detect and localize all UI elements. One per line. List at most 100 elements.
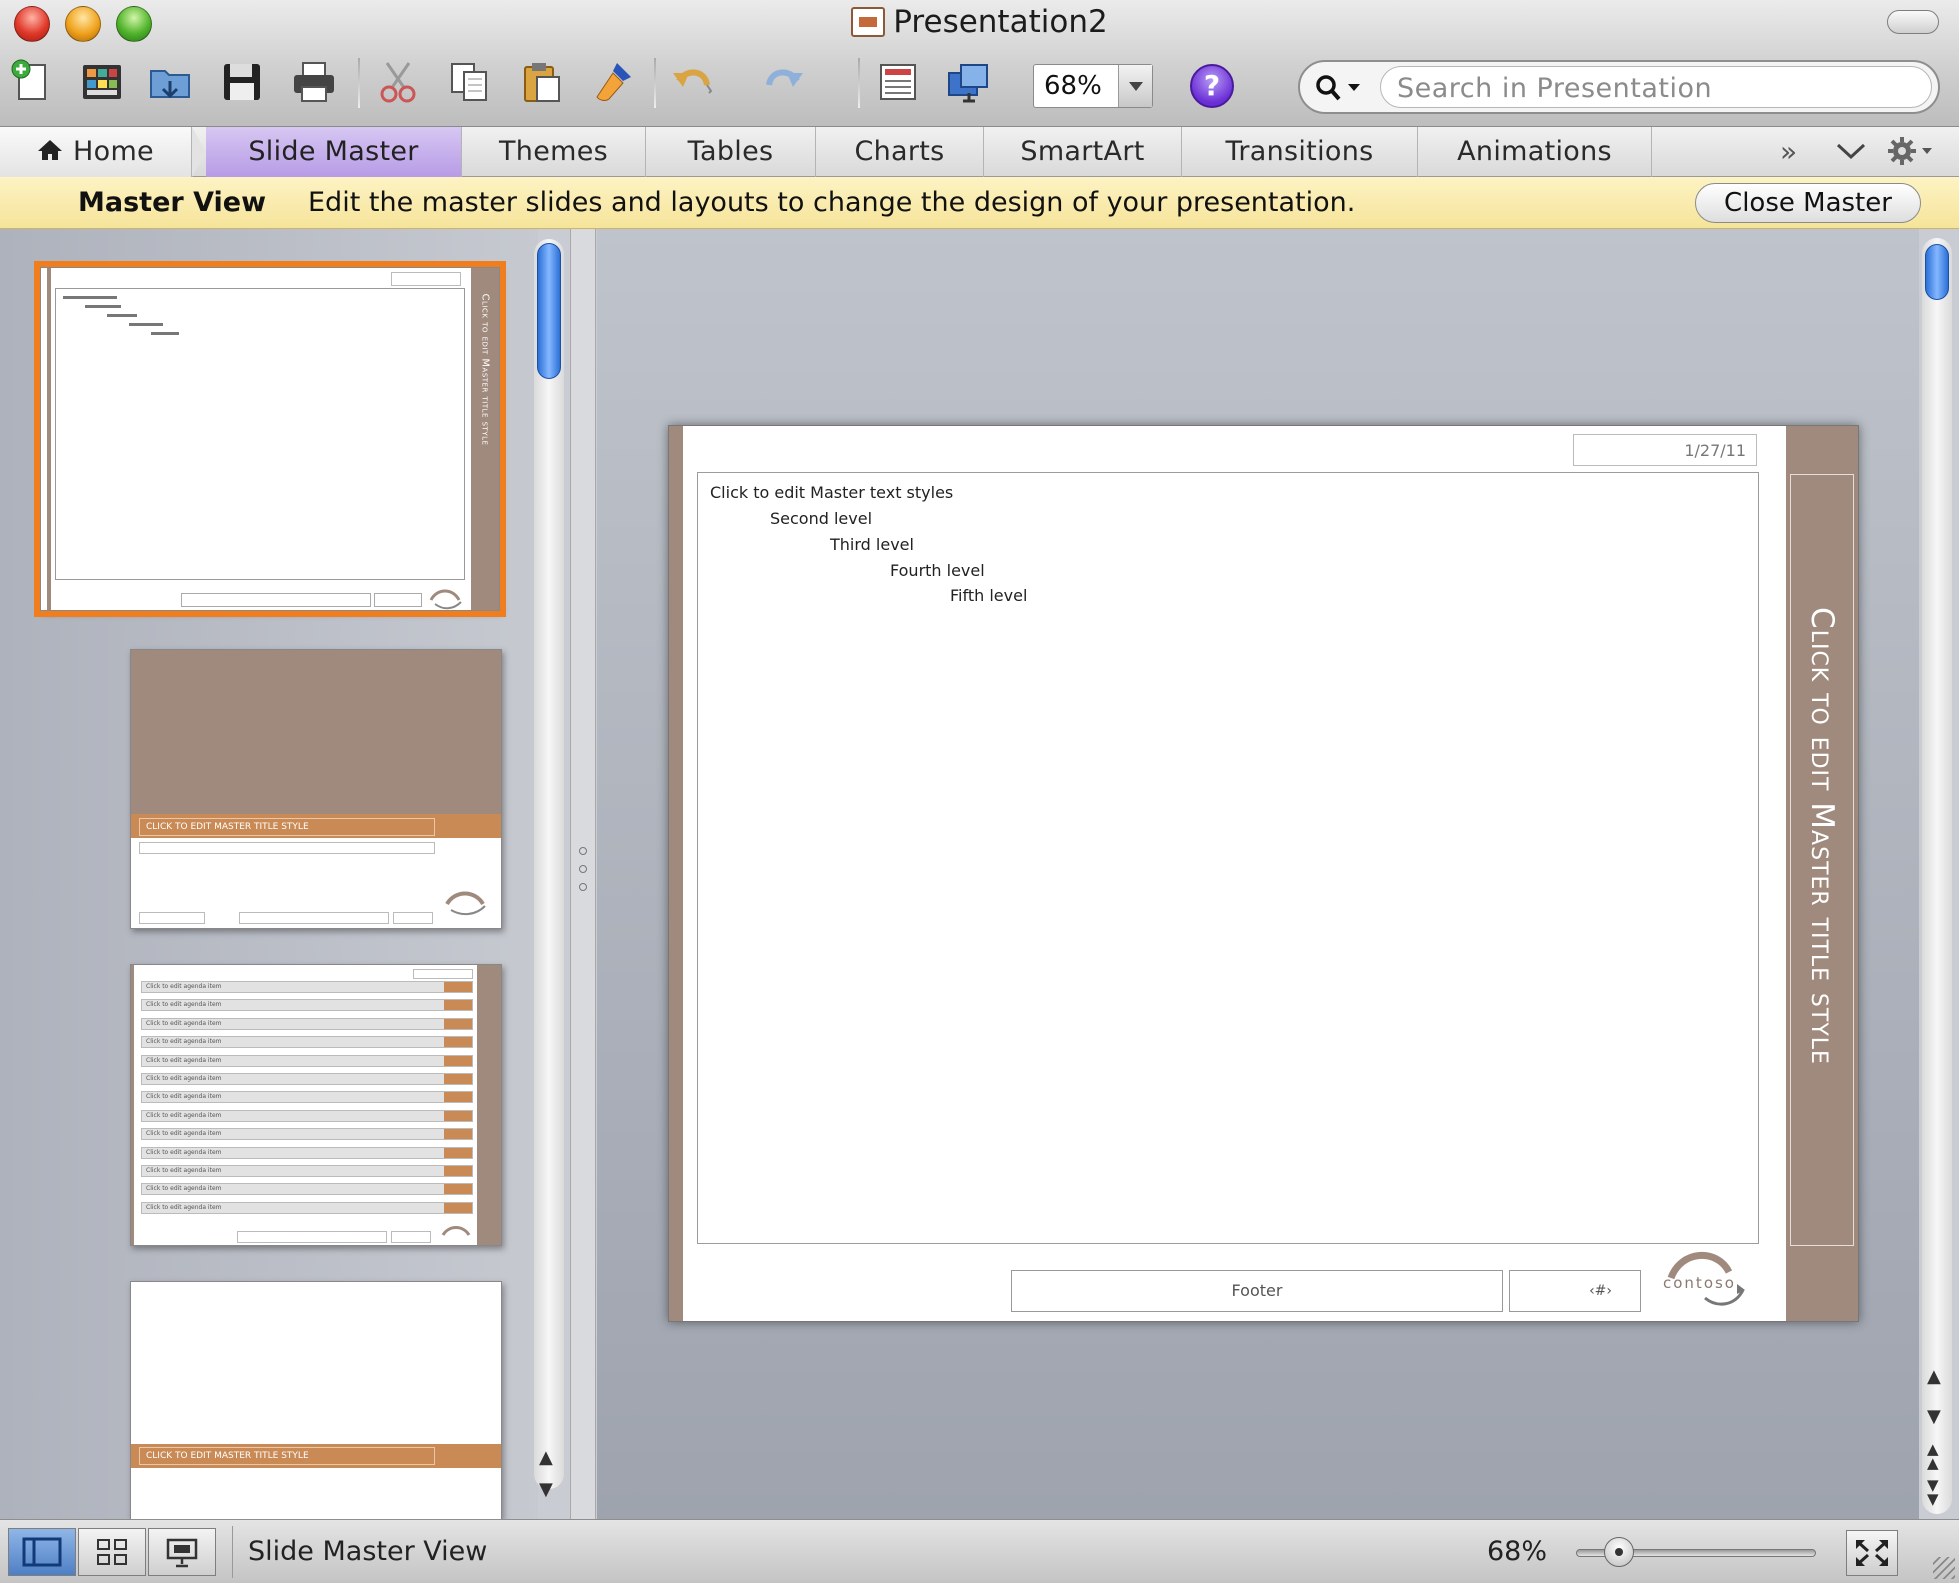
paste-icon[interactable] <box>518 58 566 106</box>
previous-slide-icon[interactable]: ▲ ▲ <box>1927 1442 1939 1471</box>
tab-animations[interactable]: Animations <box>1418 127 1652 177</box>
search-input[interactable]: Search in Presentation <box>1380 66 1932 108</box>
tab-charts[interactable]: Charts <box>816 127 984 177</box>
agenda-row: Click to edit agenda item <box>141 1054 473 1067</box>
tab-themes[interactable]: Themes <box>462 127 646 177</box>
agenda-row: Click to edit agenda item <box>141 1109 473 1122</box>
thumb-layout2-title: CLICK TO EDIT MASTER TITLE STYLE <box>139 818 435 836</box>
slide-scroll-thumb[interactable] <box>1925 244 1949 300</box>
gear-icon[interactable] <box>1884 135 1936 174</box>
agenda-row: Click to edit agenda item <box>141 1183 473 1196</box>
status-view-label: Slide Master View <box>248 1536 488 1567</box>
slide-show-button[interactable] <box>148 1528 216 1576</box>
media-icon[interactable] <box>944 58 992 106</box>
agenda-row-accent <box>444 1129 472 1140</box>
fit-window-icon <box>1856 1540 1888 1566</box>
slide-scrollbar[interactable]: ▲ ▼ ▲ ▲ ▼ ▼ <box>1922 238 1952 1514</box>
thumbnail-slide-master[interactable]: Click to edit Master title style <box>34 261 506 617</box>
slide-show-icon <box>166 1538 198 1568</box>
agenda-row-label: Click to edit agenda item <box>146 1075 222 1082</box>
agenda-row-label: Click to edit agenda item <box>146 1093 222 1101</box>
redo-icon[interactable] <box>760 58 808 106</box>
agenda-row-label: Click to edit agenda item <box>146 983 222 990</box>
help-button[interactable]: ? <box>1190 64 1234 108</box>
print-icon[interactable] <box>290 58 338 106</box>
status-zoom-value: 68% <box>1487 1536 1548 1567</box>
close-master-button[interactable]: Close Master <box>1695 183 1921 223</box>
save-icon[interactable] <box>218 58 266 106</box>
tab-smartart[interactable]: SmartArt <box>984 127 1182 177</box>
format-painter-icon[interactable] <box>590 58 638 106</box>
thumbnail-title-layout[interactable]: CLICK TO EDIT MASTER TITLE STYLE <box>130 649 502 929</box>
pane-splitter[interactable] <box>570 229 596 1519</box>
agenda-row-accent <box>444 1000 472 1011</box>
new-icon[interactable] <box>8 58 56 106</box>
footer-placeholder[interactable]: Footer <box>1011 1270 1503 1312</box>
contoso-logo-icon <box>429 589 462 610</box>
agenda-row-accent <box>444 1055 472 1066</box>
cut-icon[interactable] <box>374 58 422 106</box>
zoom-slider-knob[interactable] <box>1604 1537 1634 1567</box>
agenda-row: Click to edit agenda item <box>141 981 473 993</box>
scroll-down-icon[interactable]: ▼ <box>1927 1406 1941 1427</box>
body-text-placeholder[interactable]: Click to edit Master text styles Second … <box>697 472 1759 1244</box>
agenda-row-label: Click to edit agenda item <box>146 1130 222 1138</box>
normal-view-button[interactable] <box>8 1528 76 1576</box>
normal-view-icon <box>22 1537 62 1567</box>
slide-number-placeholder[interactable]: ‹#› <box>1509 1270 1641 1312</box>
date-placeholder[interactable]: 1/27/11 <box>1573 434 1757 466</box>
scroll-up-icon[interactable]: ▲ <box>1927 1366 1941 1387</box>
master-view-message: Edit the master slides and layouts to ch… <box>308 187 1356 218</box>
home-icon <box>37 129 63 179</box>
thumbnail-scroll-thumb[interactable] <box>537 243 561 379</box>
thumbnail-scrollbar[interactable]: ▲ ▼ <box>534 239 564 1500</box>
zoom-dropdown-arrow-icon[interactable] <box>1118 65 1152 107</box>
agenda-row: Click to edit agenda item <box>141 1201 473 1214</box>
agenda-row-label: Click to edit agenda item <box>146 1148 222 1156</box>
next-slide-icon[interactable]: ▼ ▼ <box>1927 1478 1939 1507</box>
presentation-document-icon <box>851 7 886 37</box>
agenda-row-label: Click to edit agenda item <box>146 1019 222 1027</box>
agenda-row: Click to edit agenda item <box>141 1165 473 1177</box>
text-level-4: Fourth level <box>890 561 985 580</box>
search-icon[interactable] <box>1314 73 1366 103</box>
thumbnail-section-layout[interactable]: CLICK TO EDIT MASTER TITLE STYLE <box>130 1281 502 1519</box>
tab-home[interactable]: Home <box>0 127 192 177</box>
text-level-5: Fifth level <box>950 586 1028 605</box>
thumbnail-agenda-layout[interactable]: Click to edit agenda item Click to edit a… <box>130 964 502 1246</box>
scroll-up-icon[interactable]: ▲ <box>539 1447 553 1468</box>
status-divider <box>232 1526 233 1578</box>
slide-left-band <box>669 426 683 1321</box>
resize-grip[interactable] <box>1933 1557 1955 1579</box>
tab-slide-master[interactable]: Slide Master <box>206 127 462 177</box>
zoom-combobox[interactable]: 68% <box>1033 64 1153 108</box>
gallery-icon[interactable] <box>78 58 126 106</box>
open-icon[interactable] <box>146 58 194 106</box>
search-box[interactable]: Search in Presentation <box>1298 60 1940 114</box>
agenda-row-label: Click to edit agenda item <box>146 1185 222 1193</box>
more-tabs-icon[interactable]: » <box>1780 135 1797 168</box>
copy-icon[interactable] <box>446 58 494 106</box>
window-title-text: Presentation2 <box>893 4 1108 40</box>
slide-sorter-button[interactable] <box>78 1528 146 1576</box>
tab-tables[interactable]: Tables <box>646 127 816 177</box>
text-level-2: Second level <box>770 509 873 528</box>
scroll-down-icon[interactable]: ▼ <box>539 1479 553 1500</box>
tab-transitions[interactable]: Transitions <box>1182 127 1418 177</box>
slide-master-canvas[interactable]: Click to edit Master title style 1/27/11… <box>668 425 1859 1322</box>
home-tab-pointer <box>192 127 206 177</box>
undo-icon[interactable] <box>668 58 716 106</box>
contoso-logo-text: contoso <box>1663 1274 1736 1292</box>
agenda-row: Click to edit agenda item <box>141 1091 473 1104</box>
splitter-grip-dot <box>579 865 587 873</box>
agenda-row: Click to edit agenda item <box>141 1128 473 1141</box>
collapse-ribbon-icon[interactable] <box>1834 137 1868 170</box>
slide-layout-icon[interactable] <box>874 58 922 106</box>
agenda-row-label: Click to edit agenda item <box>146 1111 222 1119</box>
fit-to-window-button[interactable] <box>1846 1530 1898 1576</box>
agenda-row: Click to edit agenda item <box>141 1073 473 1085</box>
agenda-row-label: Click to edit agenda item <box>146 1001 222 1009</box>
agenda-row-accent <box>444 1202 472 1213</box>
toolbar-toggle-button[interactable] <box>1887 10 1939 34</box>
slide-sorter-icon <box>97 1539 127 1565</box>
